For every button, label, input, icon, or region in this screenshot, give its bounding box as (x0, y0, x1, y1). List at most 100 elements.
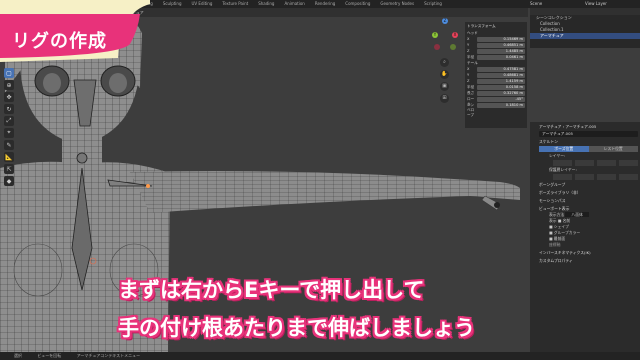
head-label: ヘッド (467, 31, 478, 35)
tab-rendering[interactable]: Rendering (312, 0, 338, 8)
display-as-dropdown[interactable]: 八面体 (565, 212, 589, 217)
tail-z-field[interactable]: 1.4159 m (477, 79, 525, 84)
extrude-icon[interactable]: ⇱ (4, 164, 14, 174)
status-bar: 選択 ビューを回転 アーマチュアコンテキストメニュー (0, 352, 640, 360)
bone-roll-icon[interactable]: ◆ (4, 176, 14, 186)
scene-selector[interactable]: Scene (530, 0, 542, 8)
tool-shelf: ▢ ⊕ ✥ ↻ ⤢ ⌖ ✎ 📐 ⇱ ◆ (4, 68, 14, 186)
x-axis-icon[interactable]: X (452, 32, 458, 38)
armature-data-field[interactable]: アーマチュア.005 (539, 131, 638, 137)
tab-sculpting[interactable]: Sculpting (160, 0, 185, 8)
tab-compositing[interactable]: Compositing (342, 0, 373, 8)
neg-x-axis-icon[interactable] (434, 44, 440, 50)
pose-position-button[interactable]: ポーズ位置 (539, 146, 589, 152)
head-x-field[interactable]: 0.15469 m (477, 37, 525, 42)
rest-position-button[interactable]: レスト位置 (588, 146, 638, 152)
tail-x-row[interactable]: X 0.47581 m (467, 67, 525, 72)
skeleton-section[interactable]: スケルトン (539, 139, 638, 145)
pan-icon[interactable]: ✋ (440, 70, 449, 79)
envelope-label: エンベロープ (467, 103, 475, 117)
envelope-field[interactable]: 0.1810 m (477, 103, 525, 108)
y-axis-icon[interactable]: Y (432, 32, 438, 38)
annotate-icon[interactable]: ✎ (4, 140, 14, 150)
tail-y-row[interactable]: Y 0.48681 m (467, 73, 525, 78)
navigation-buttons: ⌕ ✋ ▣ ⊞ (440, 58, 449, 103)
cursor-icon[interactable]: ⊕ (4, 80, 14, 90)
axes-checkbox[interactable]: 座標軸 (539, 242, 638, 248)
tab-shading[interactable]: Shading (255, 0, 277, 8)
bone-groups-section[interactable]: ボーングループ (539, 182, 638, 188)
length-field[interactable]: 0.32760 m (477, 91, 525, 96)
protected-layers-label: 保護層レイヤー: (549, 167, 577, 172)
ik-section[interactable]: インバースキネマティクス(IK) (539, 250, 638, 256)
head-radius-row[interactable]: 半径 0.0461 m (467, 55, 525, 60)
tail-radius-label: 半径 (467, 85, 475, 89)
navigation-gizmo[interactable]: Z X Y (430, 18, 460, 54)
neg-y-axis-icon[interactable] (450, 44, 456, 50)
in-front-label: 最前面 (553, 236, 566, 241)
head-x-label: X (467, 37, 470, 41)
length-row[interactable]: 長さ 0.32760 m (467, 91, 525, 96)
status-rotate: ビューを回転 (37, 353, 62, 358)
properties-editor: アーマチュア › アーマチュア.005 アーマチュア.005 スケルトン ポーズ… (530, 122, 640, 352)
head-radius-field[interactable]: 0.0461 m (477, 55, 525, 60)
breadcrumb-object: アーマチュア (539, 124, 562, 129)
envelope-row[interactable]: エンベロープ 0.1810 m (467, 103, 525, 117)
protected-layers-grid[interactable] (553, 174, 638, 180)
head-z-label: Z (467, 49, 470, 53)
move-icon[interactable]: ✥ (4, 92, 14, 102)
head-z-row[interactable]: Z 1.4485 m (467, 49, 525, 54)
custom-props-section[interactable]: カスタムプロパティ (539, 258, 638, 264)
pose-library-section[interactable]: ポーズライブラリ（非） (539, 190, 638, 196)
roll-field[interactable]: -45° (477, 97, 525, 102)
layers-grid[interactable] (553, 160, 638, 166)
tail-z-row[interactable]: Z 1.4159 m (467, 79, 525, 84)
grid-icon[interactable]: ⊞ (440, 94, 449, 103)
show-group-colors-label: グループカラー (553, 230, 581, 235)
properties-breadcrumb: アーマチュア › アーマチュア.005 (539, 124, 597, 129)
caption-line-2: 手の付け根あたりまで伸ばしましょう (118, 316, 475, 340)
tail-x-field[interactable]: 0.47581 m (477, 67, 525, 72)
badge-title: リグの作成 (12, 31, 107, 52)
head-y-row[interactable]: Y 0.46851 m (467, 43, 525, 48)
layers-label: レイヤー: (549, 153, 566, 158)
tab-texture-paint[interactable]: Texture Paint (219, 0, 251, 8)
caption-line-1: まずは右からEキーで押し出して (118, 278, 425, 302)
scale-icon[interactable]: ⤢ (4, 116, 14, 126)
display-as-label: 表示方法 (549, 212, 565, 217)
tab-uv-editing[interactable]: UV Editing (189, 0, 216, 8)
axes-label: 座標軸 (549, 242, 561, 247)
head-x-row[interactable]: X 0.15469 m (467, 37, 525, 42)
tail-y-label: Y (467, 73, 470, 77)
tab-geometry-nodes[interactable]: Geometry Nodes (377, 0, 417, 8)
tail-z-label: Z (467, 79, 470, 83)
outliner-armature[interactable]: アーマチュア (530, 33, 640, 39)
rotate-icon[interactable]: ↻ (4, 104, 14, 114)
head-z-field[interactable]: 1.4485 m (477, 49, 525, 54)
status-select: 選択 (14, 353, 22, 358)
properties-body: アーマチュア › アーマチュア.005 アーマチュア.005 スケルトン ポーズ… (539, 124, 638, 264)
head-radius-label: 半径 (467, 55, 475, 59)
roll-row[interactable]: ロール -45° (467, 97, 525, 106)
tab-scripting[interactable]: Scripting (421, 0, 445, 8)
tab-animation[interactable]: Animation (281, 0, 307, 8)
zoom-icon[interactable]: ⌕ (440, 58, 449, 67)
outliner-header (530, 8, 640, 15)
show-label: 表示 (549, 218, 557, 223)
outliner: シーンコレクション Collection Collection.1 アーマチュア (530, 8, 640, 48)
transform-panel: トランスフォーム ヘッド X 0.15469 m Y 0.46851 m Z 1.44… (465, 22, 527, 128)
motion-paths-section[interactable]: モーションパス (539, 198, 638, 204)
tail-x-label: X (467, 67, 470, 71)
workspace-tabs: Layout Modeling Sculpting UV Editing Tex… (108, 0, 445, 8)
tail-radius-row[interactable]: 半径 0.0158 m (467, 85, 525, 90)
camera-icon[interactable]: ▣ (440, 82, 449, 91)
transform-icon[interactable]: ⌖ (4, 128, 14, 138)
pose-rest-toggle: ポーズ位置 レスト位置 (539, 146, 638, 152)
head-y-field[interactable]: 0.46851 m (477, 43, 525, 48)
measure-icon[interactable]: 📐 (4, 152, 14, 162)
tail-y-field[interactable]: 0.48681 m (477, 73, 525, 78)
z-axis-icon[interactable]: Z (442, 18, 448, 24)
tail-radius-field[interactable]: 0.0158 m (477, 85, 525, 90)
length-label: 長さ (467, 91, 475, 95)
view-layer-selector[interactable]: View Layer (585, 0, 607, 8)
